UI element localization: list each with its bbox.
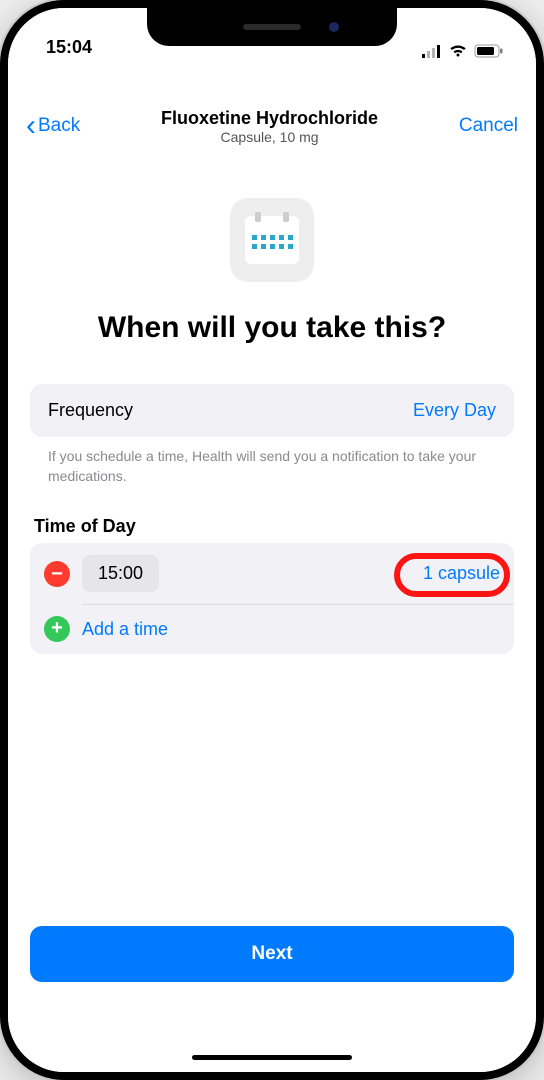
add-time-label: Add a time	[82, 619, 168, 640]
add-time-button[interactable]: +	[44, 616, 70, 642]
nav-title: Fluoxetine Hydrochloride	[80, 108, 459, 129]
front-camera	[329, 22, 339, 32]
nav-title-stack: Fluoxetine Hydrochloride Capsule, 10 mg	[80, 108, 459, 145]
footer-actions: Next	[30, 926, 514, 982]
time-of-day-label: Time of Day	[30, 516, 514, 543]
dose-label: 1 capsule	[423, 563, 500, 583]
volume-down-button	[0, 328, 2, 398]
next-button[interactable]: Next	[30, 926, 514, 982]
volume-up-button	[0, 238, 2, 308]
back-button[interactable]: ‹ Back	[26, 111, 80, 141]
time-row: − 15:00 1 capsule	[30, 543, 514, 604]
dose-button[interactable]: 1 capsule	[423, 563, 500, 584]
frequency-cell[interactable]: Frequency Every Day	[30, 384, 514, 437]
frequency-label: Frequency	[48, 400, 133, 421]
frequency-value: Every Day	[413, 400, 496, 421]
cellular-signal-icon	[422, 44, 442, 58]
cancel-button[interactable]: Cancel	[459, 115, 518, 137]
calendar-icon-inner	[245, 216, 299, 264]
screen-content: ‹ Back Fluoxetine Hydrochloride Capsule,…	[8, 8, 536, 1072]
speaker-grille	[243, 24, 301, 30]
status-time: 15:04	[46, 37, 92, 58]
remove-time-button[interactable]: −	[44, 561, 70, 587]
schedule-hint: If you schedule a time, Health will send…	[30, 437, 514, 486]
calendar-icon	[230, 198, 314, 282]
status-right	[422, 44, 504, 58]
notch	[147, 8, 397, 46]
main-content: When will you take this? Frequency Every…	[8, 198, 536, 654]
time-of-day-list: − 15:00 1 capsule + Add a time	[30, 543, 514, 654]
phone-frame: 15:04 ‹ Back Fluoxetine Hydrochloride Ca…	[0, 0, 544, 1080]
nav-subtitle: Capsule, 10 mg	[80, 129, 459, 145]
add-time-row[interactable]: + Add a time	[30, 604, 514, 654]
back-label: Back	[38, 115, 80, 137]
battery-icon	[474, 44, 504, 58]
home-indicator[interactable]	[192, 1055, 352, 1060]
page-headline: When will you take this?	[30, 310, 514, 346]
navigation-bar: ‹ Back Fluoxetine Hydrochloride Capsule,…	[8, 98, 536, 154]
chevron-left-icon: ‹	[26, 111, 36, 141]
wifi-icon	[448, 44, 468, 58]
time-picker[interactable]: 15:00	[82, 555, 159, 592]
mute-switch	[0, 168, 2, 204]
